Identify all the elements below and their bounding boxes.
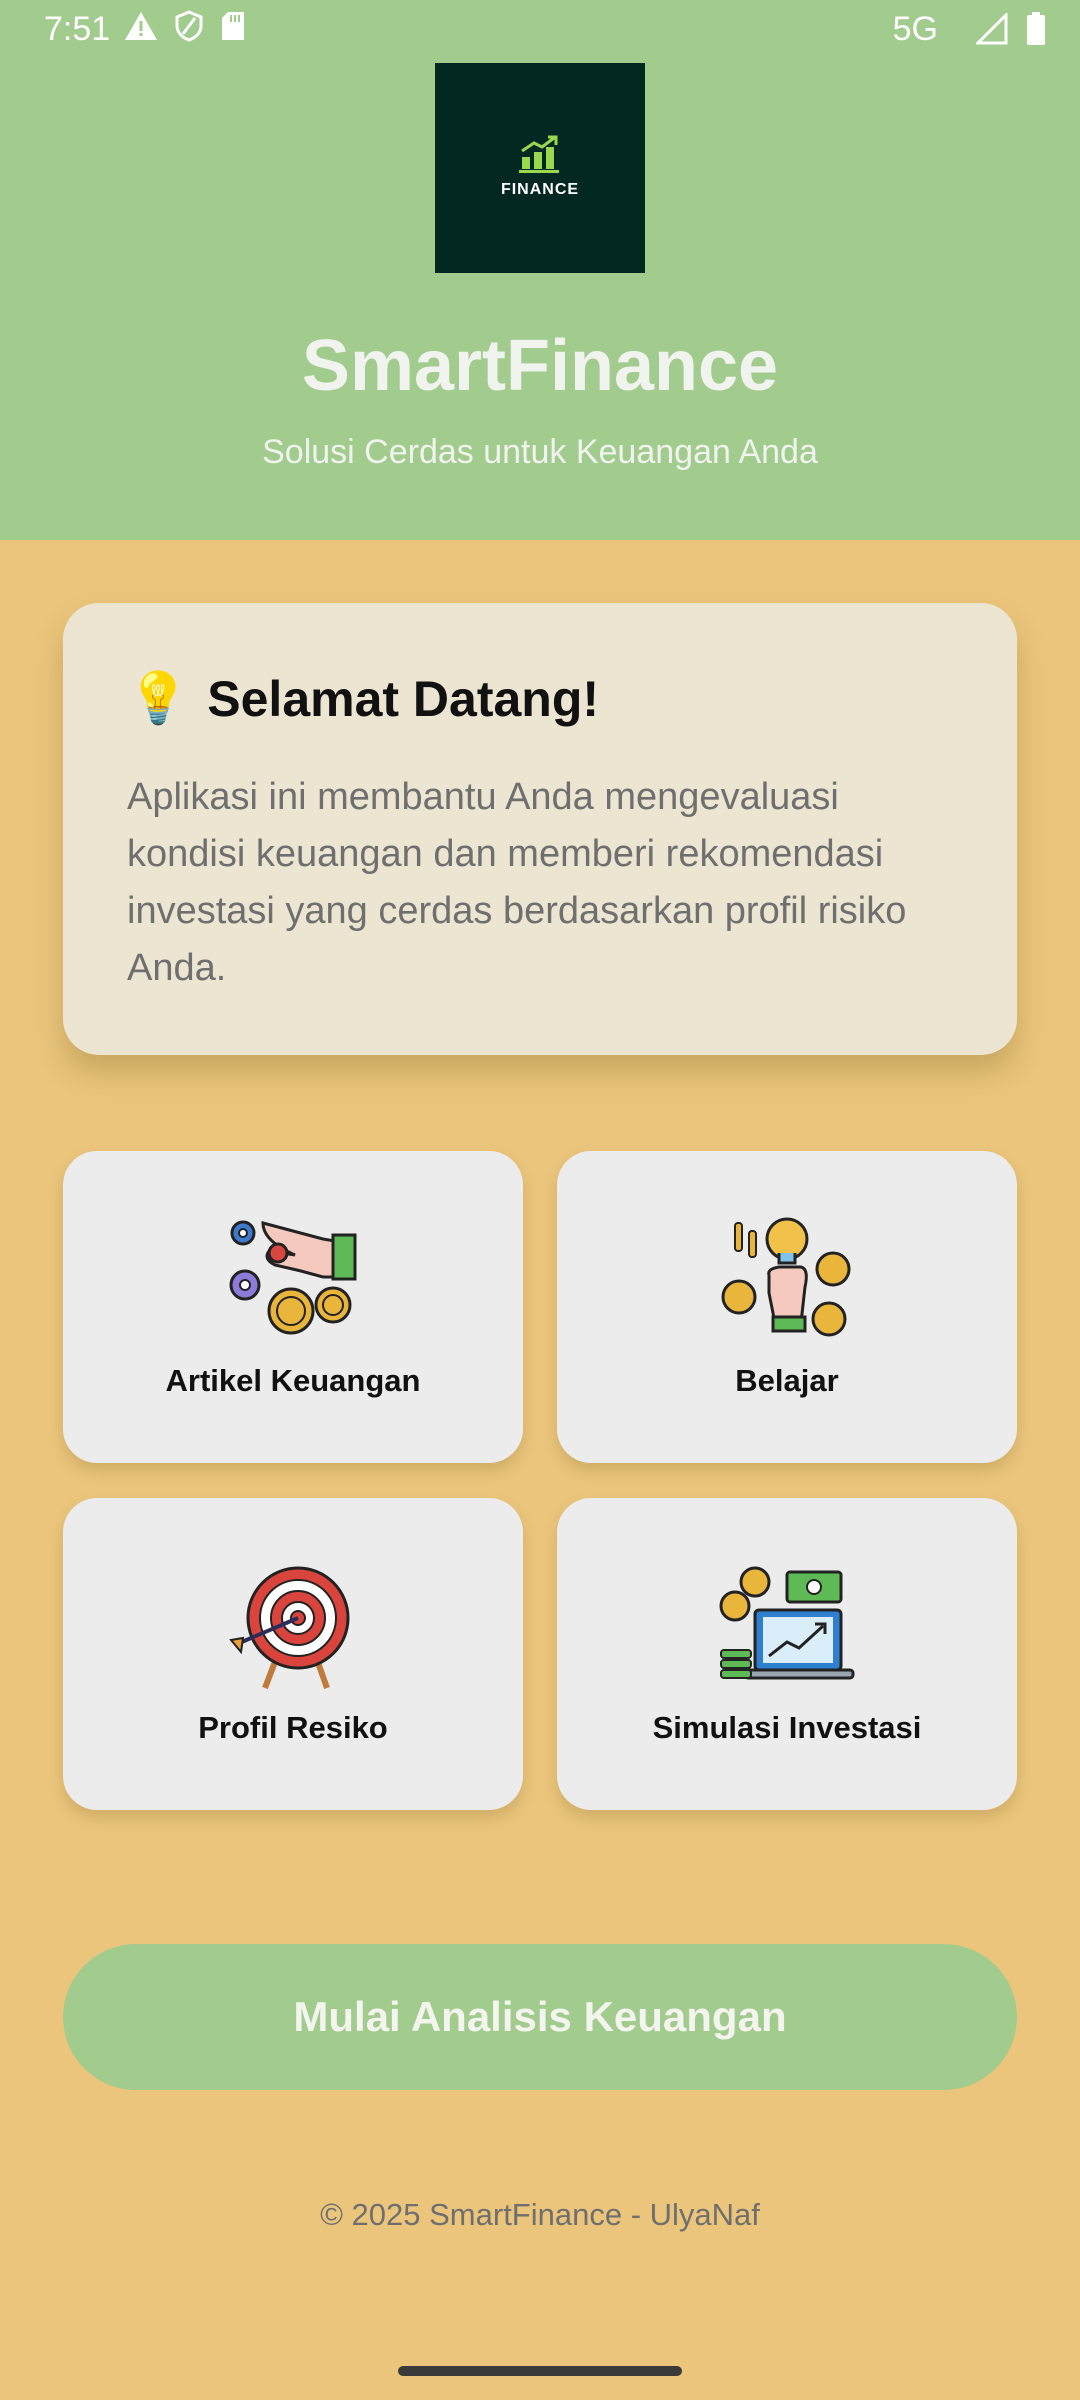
feature-label: Profil Resiko — [198, 1710, 388, 1745]
logo-text: FINANCE — [500, 181, 580, 198]
app-subtitle: Solusi Cerdas untuk Keuangan Anda — [262, 433, 818, 471]
app-title: SmartFinance — [301, 326, 779, 406]
welcome-body: Aplikasi ini membantu Anda mengevaluasi … — [127, 776, 907, 989]
sd-card-icon — [222, 12, 244, 40]
growth-chart-icon — [519, 135, 559, 173]
status-time: 7:51 — [44, 10, 111, 48]
header: 7:51 5G FINANCE SmartFinance Solusi Cerd… — [0, 0, 1080, 540]
feature-card-belajar[interactable]: Belajar — [557, 1151, 1017, 1463]
feature-label: Simulasi Investasi — [652, 1710, 922, 1745]
app-logo: FINANCE — [435, 63, 645, 273]
warning-icon — [125, 12, 157, 40]
start-analysis-button[interactable]: Mulai Analisis Keuangan — [63, 1944, 1017, 2090]
feature-card-simulasi-investasi[interactable]: Simulasi Investasi — [557, 1498, 1017, 1810]
laptop-chart-icon — [719, 1566, 855, 1680]
welcome-title: Selamat Datang! — [207, 670, 600, 727]
feature-label: Artikel Keuangan — [165, 1363, 421, 1398]
feature-label: Belajar — [735, 1363, 839, 1398]
feature-card-profil-resiko[interactable]: Profil Resiko — [63, 1498, 523, 1810]
lightbulb-icon: 💡 — [127, 670, 190, 726]
battery-icon — [1027, 12, 1045, 45]
network-type: 5G — [892, 10, 938, 48]
signal-icon — [976, 13, 1008, 45]
home-indicator[interactable] — [398, 2366, 682, 2376]
footer-copyright: © 2025 SmartFinance - UlyaNaf — [320, 2197, 760, 2232]
status-bar: 7:51 5G — [0, 0, 1080, 62]
target-icon — [229, 1566, 350, 1690]
welcome-card: 💡 Selamat Datang! Aplikasi ini membantu … — [63, 603, 1017, 1055]
lightbulb-coins-icon — [721, 1217, 851, 1337]
feature-card-artikel-keuangan[interactable]: Artikel Keuangan — [63, 1151, 523, 1463]
hand-coins-gears-icon — [229, 1220, 357, 1335]
shield-icon — [175, 10, 203, 42]
